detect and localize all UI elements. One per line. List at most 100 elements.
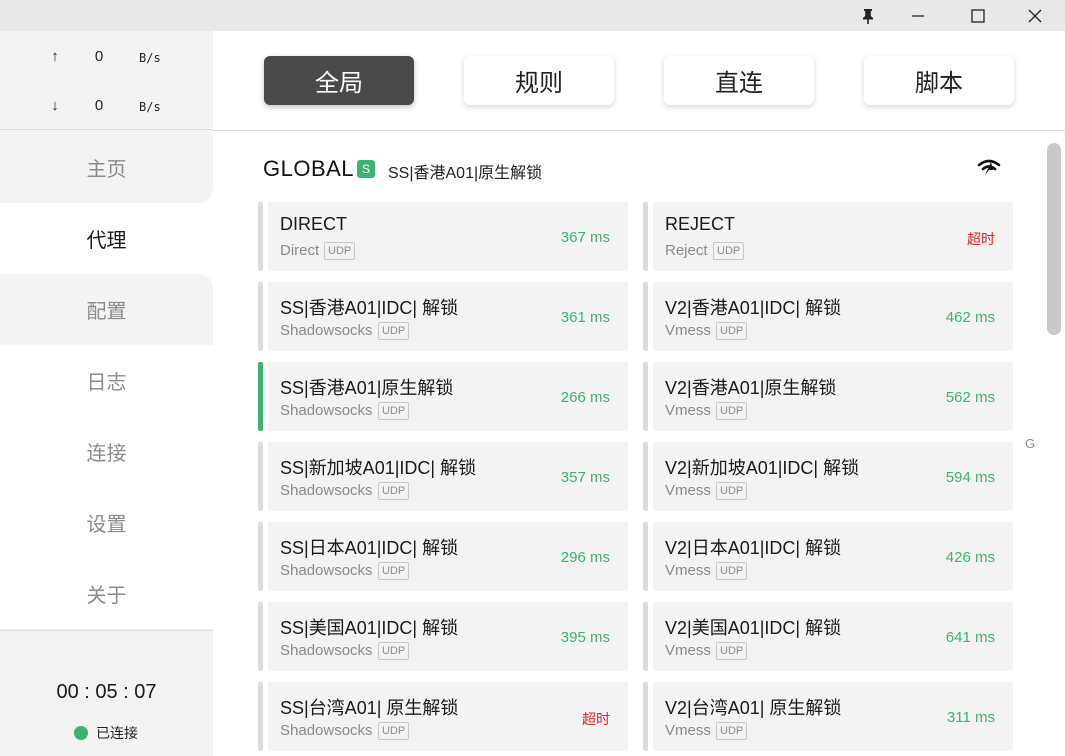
group-title[interactable]: GLOBAL — [263, 156, 354, 182]
proxy-delay[interactable]: 395 ms — [561, 629, 610, 646]
proxy-name: SS|香港A01|IDC| 解锁 — [280, 298, 459, 318]
sidebar-item-settings[interactable]: 设置 — [0, 487, 213, 558]
udp-badge: UDP — [716, 562, 748, 580]
proxy-type: Vmess — [665, 322, 711, 339]
card-indicator — [258, 682, 263, 751]
proxy-type: Reject — [665, 242, 708, 259]
proxy-delay[interactable]: 426 ms — [946, 549, 995, 566]
proxy-card[interactable]: DIRECT Direct UDP 367 ms — [258, 202, 628, 271]
udp-badge: UDP — [378, 482, 410, 500]
scrollbar[interactable] — [1047, 143, 1061, 335]
proxy-card[interactable]: SS|美国A01|IDC| 解锁 Shadowsocks UDP 395 ms — [258, 602, 628, 671]
proxy-card[interactable]: REJECT Reject UDP 超时 — [643, 202, 1013, 271]
card-indicator — [643, 362, 648, 431]
proxy-delay[interactable]: 311 ms — [947, 709, 995, 726]
group-type-badge: S — [357, 160, 375, 178]
proxy-card[interactable]: V2|日本A01|IDC| 解锁 Vmess UDP 426 ms — [643, 522, 1013, 591]
proxy-delay[interactable]: 296 ms — [561, 549, 610, 566]
proxy-card[interactable]: SS|台湾A01| 原生解锁 Shadowsocks UDP 超时 — [258, 682, 628, 751]
upload-arrow-icon: ↑ — [51, 48, 59, 65]
sidebar-item-label: 关于 — [86, 585, 127, 607]
download-value: 0 — [94, 97, 104, 114]
card-indicator — [258, 442, 263, 511]
sidebar: ↑ 0 B/s ↓ 0 B/s 主页 代理 配置 日志 连接 设置 关于 00 … — [0, 31, 213, 756]
status-dot-icon — [74, 726, 88, 740]
traffic-panel: ↑ 0 B/s ↓ 0 B/s — [0, 31, 213, 130]
proxy-name: SS|香港A01|原生解锁 — [280, 378, 454, 398]
proxy-delay[interactable]: 超时 — [582, 709, 610, 729]
proxy-card[interactable]: V2|香港A01|IDC| 解锁 Vmess UDP 462 ms — [643, 282, 1013, 351]
proxy-type: Shadowsocks — [280, 562, 373, 579]
card-indicator — [643, 202, 648, 271]
card-indicator — [258, 282, 263, 351]
udp-badge: UDP — [716, 402, 748, 420]
upload-speed: ↑ 0 B/s — [0, 48, 213, 68]
card-indicator — [643, 602, 648, 671]
card-indicator — [258, 202, 263, 271]
status-label: 已连接 — [96, 725, 138, 741]
proxy-delay[interactable]: 641 ms — [946, 629, 995, 646]
upload-value: 0 — [94, 48, 104, 65]
sidebar-item-label: 设置 — [86, 514, 127, 536]
proxy-delay[interactable]: 超时 — [967, 229, 995, 249]
proxy-card[interactable]: V2|台湾A01| 原生解锁 Vmess UDP 311 ms — [643, 682, 1013, 751]
proxy-delay[interactable]: 361 ms — [561, 309, 610, 326]
proxy-delay[interactable]: 367 ms — [561, 229, 610, 246]
close-icon[interactable] — [1015, 0, 1055, 31]
sidebar-item-label: 主页 — [86, 159, 127, 181]
proxy-card[interactable]: V2|美国A01|IDC| 解锁 Vmess UDP 641 ms — [643, 602, 1013, 671]
proxy-delay[interactable]: 594 ms — [946, 469, 995, 486]
udp-badge: UDP — [378, 402, 410, 420]
proxy-name: V2|台湾A01| 原生解锁 — [665, 698, 842, 718]
proxy-name: REJECT — [665, 214, 736, 234]
mode-global-button[interactable]: 全局 — [264, 56, 414, 105]
sidebar-item-proxies[interactable]: 代理 — [0, 203, 213, 274]
proxy-name: V2|新加坡A01|IDC| 解锁 — [665, 458, 860, 478]
proxy-type: Shadowsocks — [280, 482, 373, 499]
proxy-delay[interactable]: 562 ms — [946, 389, 995, 406]
proxy-name: V2|美国A01|IDC| 解锁 — [665, 618, 842, 638]
proxy-card[interactable]: SS|香港A01|IDC| 解锁 Shadowsocks UDP 361 ms — [258, 282, 628, 351]
mode-rule-button[interactable]: 规则 — [464, 56, 614, 105]
mode-direct-button[interactable]: 直连 — [664, 56, 814, 105]
proxy-type: Vmess — [665, 482, 711, 499]
proxy-delay[interactable]: 357 ms — [561, 469, 610, 486]
mode-script-button[interactable]: 脚本 — [864, 56, 1014, 105]
udp-badge: UDP — [378, 722, 410, 740]
udp-badge: UDP — [716, 482, 748, 500]
proxy-type: Shadowsocks — [280, 722, 373, 739]
card-indicator — [643, 282, 648, 351]
sidebar-item-profiles[interactable]: 配置 — [0, 274, 213, 345]
proxy-type: Shadowsocks — [280, 402, 373, 419]
proxy-name: SS|新加坡A01|IDC| 解锁 — [280, 458, 477, 478]
proxy-card[interactable]: SS|新加坡A01|IDC| 解锁 Shadowsocks UDP 357 ms — [258, 442, 628, 511]
latency-test-icon[interactable] — [977, 158, 1001, 181]
proxy-name: V2|香港A01|IDC| 解锁 — [665, 298, 842, 318]
sidebar-item-about[interactable]: 关于 — [0, 558, 213, 629]
sidebar-item-label: 代理 — [86, 230, 127, 252]
proxy-name: V2|日本A01|IDC| 解锁 — [665, 538, 842, 558]
proxy-card[interactable]: SS|日本A01|IDC| 解锁 Shadowsocks UDP 296 ms — [258, 522, 628, 591]
udp-badge: UDP — [716, 642, 748, 660]
proxy-name: V2|香港A01|原生解锁 — [665, 378, 837, 398]
sidebar-item-logs[interactable]: 日志 — [0, 345, 213, 416]
group-selected-proxy: SS|香港A01|原生解锁 — [388, 165, 543, 182]
card-indicator — [258, 602, 263, 671]
proxy-card[interactable]: SS|香港A01|原生解锁 Shadowsocks UDP 266 ms — [258, 362, 628, 431]
download-unit: B/s — [139, 100, 161, 114]
proxy-delay[interactable]: 266 ms — [561, 389, 610, 406]
connection-status-panel: 00 : 05 : 07 已连接 — [0, 630, 213, 756]
proxy-card[interactable]: V2|香港A01|原生解锁 Vmess UDP 562 ms — [643, 362, 1013, 431]
proxy-card[interactable]: V2|新加坡A01|IDC| 解锁 Vmess UDP 594 ms — [643, 442, 1013, 511]
sidebar-item-home[interactable]: 主页 — [0, 132, 213, 203]
sidebar-item-label: 日志 — [86, 372, 127, 394]
pin-icon[interactable] — [848, 0, 888, 31]
sidebar-item-connections[interactable]: 连接 — [0, 416, 213, 487]
udp-badge: UDP — [716, 722, 748, 740]
proxy-delay[interactable]: 462 ms — [946, 309, 995, 326]
proxy-type: Shadowsocks — [280, 642, 373, 659]
udp-badge: UDP — [713, 242, 745, 260]
maximize-icon[interactable] — [958, 0, 998, 31]
proxy-type: Vmess — [665, 642, 711, 659]
minimize-icon[interactable] — [898, 0, 938, 31]
